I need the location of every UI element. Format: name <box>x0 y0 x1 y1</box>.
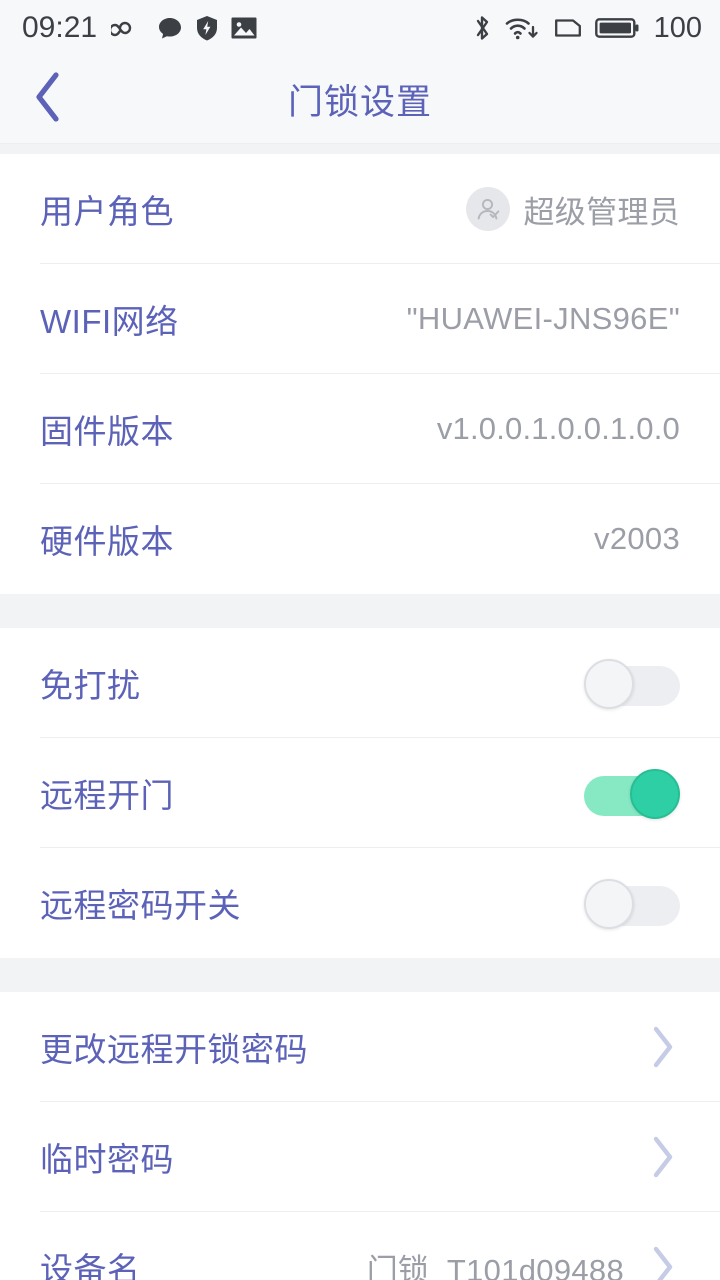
status-bar-clock: 09:21 <box>22 11 98 44</box>
shield-icon <box>195 14 219 42</box>
row-right: 超级管理员 <box>465 187 681 232</box>
row-label: 设备名 <box>40 1251 141 1280</box>
chevron-right-icon <box>646 1026 680 1068</box>
settings-list: 用户角色 超级管理员 WIFI网络 "HUAWEI-JNS96E" 固件版本 v… <box>0 144 720 1280</box>
sim-card-icon <box>554 15 582 41</box>
chevron-left-icon <box>31 70 65 129</box>
row-label: 远程密码开关 <box>40 887 241 924</box>
row-user-role: 用户角色 超级管理员 <box>0 154 720 264</box>
title-bar: 门锁设置 <box>0 56 720 144</box>
wifi-download-icon <box>505 13 541 43</box>
toggle-knob <box>630 769 680 819</box>
section-gap-2 <box>0 958 720 992</box>
row-right <box>584 659 680 709</box>
infinity-icon <box>111 16 145 40</box>
section-gap-top <box>0 144 720 154</box>
remote-unlock-toggle[interactable] <box>584 769 680 819</box>
toggle-knob <box>584 659 634 709</box>
row-right: 门锁_T101d09488 <box>367 1245 680 1280</box>
row-right <box>584 769 680 819</box>
info-group: 用户角色 超级管理员 WIFI网络 "HUAWEI-JNS96E" 固件版本 v… <box>0 154 720 594</box>
bluetooth-icon <box>472 13 492 43</box>
battery-percent-label: 100 <box>653 11 702 44</box>
phone-screen: 09:21 100 门锁设置 用户角色 超级管理员 WIFI网络 "HUAWEI… <box>0 0 720 1280</box>
status-bar-left: 09:21 <box>22 11 269 45</box>
row-label: 临时密码 <box>40 1141 174 1178</box>
battery-full-icon <box>594 15 639 41</box>
page-title: 门锁设置 <box>287 83 432 122</box>
back-button[interactable] <box>0 56 96 143</box>
row-value: 门锁_T101d09488 <box>366 1252 624 1280</box>
row-hardware-version: 硬件版本 v2003 <box>0 484 720 594</box>
row-right <box>624 1136 680 1178</box>
do-not-disturb-toggle[interactable] <box>584 659 680 709</box>
row-label: 用户角色 <box>40 193 174 230</box>
row-temporary-password[interactable]: 临时密码 <box>0 1102 720 1212</box>
switch-group: 免打扰 远程开门 远程密码开关 <box>0 628 720 958</box>
row-label: 固件版本 <box>40 413 174 450</box>
row-right <box>624 1026 680 1068</box>
row-device-name[interactable]: 设备名 门锁_T101d09488 <box>0 1212 720 1280</box>
status-bar: 09:21 100 <box>0 0 720 56</box>
row-label: 硬件版本 <box>40 523 174 560</box>
row-remote-password-switch: 远程密码开关 <box>0 848 720 958</box>
row-label: WIFI网络 <box>40 303 179 340</box>
row-remote-unlock: 远程开门 <box>0 738 720 848</box>
toggle-knob <box>584 879 634 929</box>
row-right: v1.0.0.1.0.0.1.0.0 <box>437 411 680 447</box>
row-change-remote-unlock-password[interactable]: 更改远程开锁密码 <box>0 992 720 1102</box>
chat-bubble-icon <box>156 14 184 42</box>
chevron-right-icon <box>646 1136 680 1178</box>
row-value: v1.0.0.1.0.0.1.0.0 <box>436 411 680 446</box>
row-wifi-network: WIFI网络 "HUAWEI-JNS96E" <box>0 264 720 374</box>
image-icon <box>230 15 258 41</box>
row-value: 超级管理员 <box>523 194 680 230</box>
remote-password-toggle[interactable] <box>584 879 680 929</box>
row-right <box>584 879 680 929</box>
row-label: 免打扰 <box>40 667 141 704</box>
row-label: 更改远程开锁密码 <box>40 1031 308 1068</box>
section-gap-1 <box>0 594 720 628</box>
row-label: 远程开门 <box>40 777 174 814</box>
row-value: "HUAWEI-JNS96E" <box>406 301 680 336</box>
avatar-verified-icon <box>465 187 510 231</box>
row-value: v2003 <box>594 521 680 556</box>
row-firmware-version: 固件版本 v1.0.0.1.0.0.1.0.0 <box>0 374 720 484</box>
chevron-right-icon <box>646 1246 680 1280</box>
status-bar-right: 100 <box>472 12 702 45</box>
row-do-not-disturb: 免打扰 <box>0 628 720 738</box>
row-right: "HUAWEI-JNS96E" <box>407 301 680 337</box>
action-group: 更改远程开锁密码 临时密码 设备名 门锁_T101d09488 <box>0 992 720 1280</box>
row-right: v2003 <box>594 521 680 557</box>
